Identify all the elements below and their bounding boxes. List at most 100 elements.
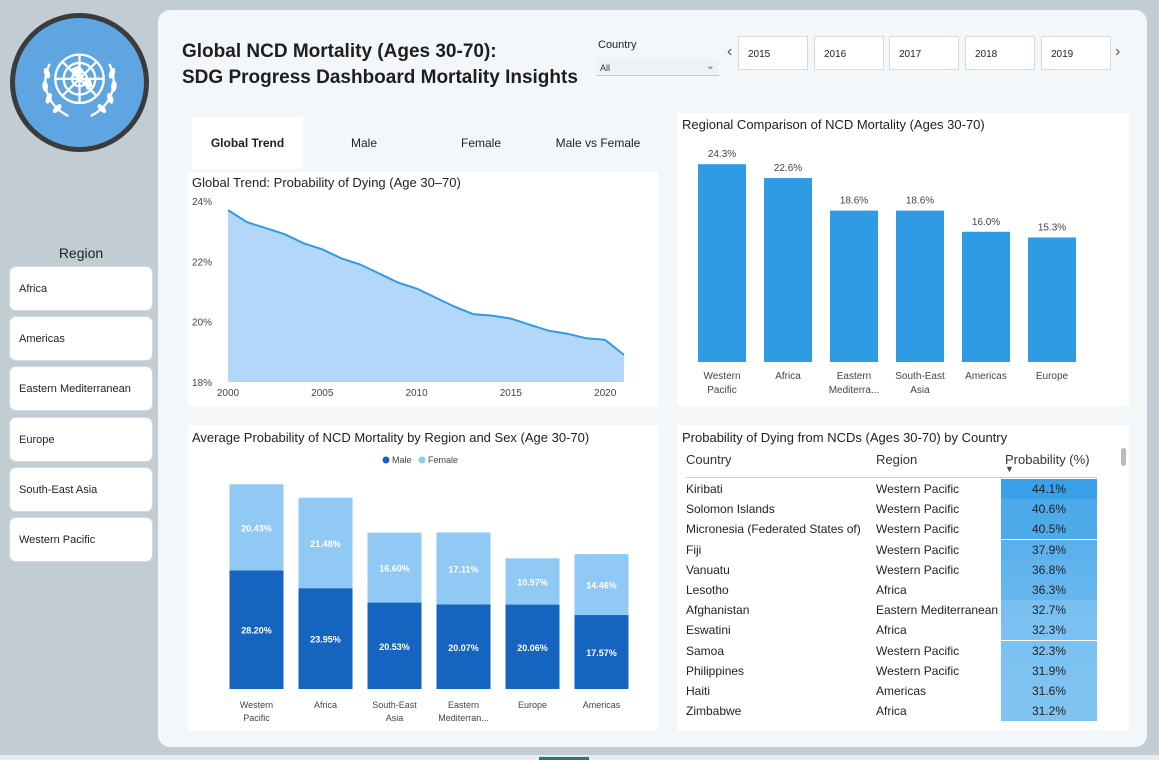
table-row[interactable]: Fiji Western Pacific 37.9% [686, 539, 1097, 560]
year-button-2015[interactable]: 2015 [738, 36, 808, 70]
region-button-africa[interactable]: Africa [9, 266, 153, 311]
table-row[interactable]: Zimbabwe Africa 31.2% [686, 701, 1097, 722]
cell-probability: 40.6% [1001, 499, 1097, 520]
country-dropdown-value: All [600, 63, 611, 73]
sort-down-icon[interactable]: ▼ [1005, 464, 1014, 474]
cell-probability: 32.3% [1001, 640, 1097, 661]
table-row[interactable]: Eswatini Africa 32.3% [686, 620, 1097, 641]
country-dropdown[interactable]: All ⌄ [596, 58, 719, 76]
table-row[interactable]: Afghanistan Eastern Mediterranean 32.7% [686, 600, 1097, 621]
region-button-eastern-mediterranean[interactable]: Eastern Mediterranean [9, 366, 153, 411]
bar [1028, 237, 1076, 362]
page-title-line1: Global NCD Mortality (Ages 30-70): [182, 41, 497, 62]
cell-country: Haiti [686, 684, 711, 698]
chevron-right-icon[interactable]: › [1115, 43, 1120, 61]
region-button-western-pacific[interactable]: Western Pacific [9, 517, 153, 562]
table-scrollbar[interactable] [1121, 448, 1126, 466]
table-row[interactable]: Vanuatu Western Pacific 36.8% [686, 559, 1097, 580]
cell-region: Western Pacific [876, 502, 960, 517]
x-tick-label: 2010 [405, 388, 428, 399]
tab-female[interactable]: Female [425, 117, 537, 169]
cell-probability: 37.9% [1001, 539, 1097, 560]
data-label: 16.0% [972, 217, 1000, 228]
data-label-female: 10.97% [517, 577, 548, 587]
cell-country: Samoa [686, 643, 725, 658]
column-header-region[interactable]: Region [876, 452, 917, 467]
x-tick-label: Mediterra... [829, 385, 880, 396]
x-tick-label: 2000 [217, 388, 240, 399]
cell-country: Kiribati [686, 482, 723, 496]
data-label-male: 17.57% [586, 648, 617, 658]
region-sex-chart: Male Female 28.20% 20.43% Western Pacific 23.9… [229, 455, 629, 723]
region-button-south-east-asia[interactable]: South-East Asia [9, 467, 153, 512]
regional-comparison-chart: 24.3% Western Pacific 22.6% Africa 18.6% Easte… [698, 149, 1076, 396]
x-tick-label: Asia [910, 385, 930, 396]
x-tick-label: Europe [1036, 371, 1069, 382]
table-row[interactable]: Philippines Western Pacific 31.9% [686, 660, 1097, 681]
tab-male[interactable]: Male [308, 117, 420, 169]
chevron-left-icon[interactable]: ‹ [727, 43, 732, 61]
column-header-probability[interactable]: Probability (%) [1005, 452, 1090, 467]
cell-probability: 36.3% [1001, 580, 1097, 600]
data-label-male: 23.95% [310, 635, 341, 645]
country-table-title: Probability of Dying from NCDs (Ages 30-… [682, 430, 1008, 445]
year-button-2018[interactable]: 2018 [965, 36, 1035, 70]
cell-region: Western Pacific [876, 643, 960, 658]
region-button-europe[interactable]: Europe [9, 417, 153, 462]
tab-global-trend[interactable]: Global Trend [192, 117, 303, 169]
view-tabs: Global Trend Male Female Male vs Female [192, 117, 658, 169]
y-tick-label: 18% [192, 378, 212, 389]
cell-probability: 31.9% [1001, 660, 1097, 681]
year-button-2019[interactable]: 2019 [1041, 36, 1111, 70]
x-tick-label: 2015 [500, 388, 523, 399]
y-tick-label: 20% [192, 318, 212, 329]
data-label: 15.3% [1038, 222, 1066, 233]
y-tick-label: 22% [192, 257, 212, 268]
cell-region: Africa [876, 704, 907, 719]
cell-region: Western Pacific [876, 663, 960, 678]
x-tick-label: South-East [895, 371, 945, 382]
cell-country: Micronesia (Federated States of) [686, 522, 861, 537]
region-button-americas[interactable]: Americas [9, 316, 153, 361]
bar [962, 231, 1010, 362]
un-logo [10, 13, 149, 152]
table-row[interactable]: Solomon Islands Western Pacific 40.6% [686, 499, 1097, 520]
cell-probability: 31.2% [1001, 701, 1097, 722]
table-row[interactable]: Lesotho Africa 36.3% [686, 580, 1097, 600]
x-tick-label: Americas [583, 700, 621, 710]
bar [896, 210, 944, 362]
bar [764, 178, 812, 362]
year-button-2016[interactable]: 2016 [814, 36, 884, 70]
cell-country: Solomon Islands [686, 502, 775, 517]
cell-country: Fiji [686, 542, 702, 557]
y-tick-label: 24% [192, 197, 212, 208]
cell-region: Western Pacific [876, 542, 960, 557]
cell-region: Africa [876, 583, 907, 597]
column-header-country[interactable]: Country [686, 452, 732, 467]
page-title: Global NCD Mortality (Ages 30-70): SDG P… [182, 39, 578, 91]
cell-probability: 36.8% [1001, 559, 1097, 580]
tab-male-vs-female[interactable]: Male vs Female [542, 117, 654, 169]
cell-country: Eswatini [686, 623, 731, 638]
cell-region: Eastern Mediterranean [876, 603, 999, 618]
cell-probability: 32.7% [1001, 600, 1097, 621]
data-label: 22.6% [774, 163, 802, 174]
x-tick-label: South-East [372, 700, 417, 710]
page-title-line2: SDG Progress Dashboard Mortality Insight… [182, 67, 578, 88]
bar [830, 210, 878, 362]
cell-country: Lesotho [686, 583, 729, 597]
year-button-2017[interactable]: 2017 [889, 36, 959, 70]
table-row[interactable]: Haiti Americas 31.6% [686, 681, 1097, 701]
x-tick-label: Pacific [707, 385, 736, 396]
x-tick-label: Western [703, 371, 740, 382]
table-row[interactable]: Micronesia (Federated States of) Western … [686, 519, 1097, 540]
country-slicer-label: Country [598, 39, 637, 51]
table-row[interactable]: Kiribati Western Pacific 44.1% [686, 479, 1097, 499]
x-tick-label: Mediterran... [438, 713, 489, 723]
legend-swatch-female [418, 456, 426, 464]
cell-probability: 40.5% [1001, 519, 1097, 540]
cell-country: Zimbabwe [686, 704, 742, 719]
cell-region: Africa [876, 623, 907, 638]
table-row[interactable]: Samoa Western Pacific 32.3% [686, 640, 1097, 661]
legend-label-male: Male [392, 455, 412, 465]
